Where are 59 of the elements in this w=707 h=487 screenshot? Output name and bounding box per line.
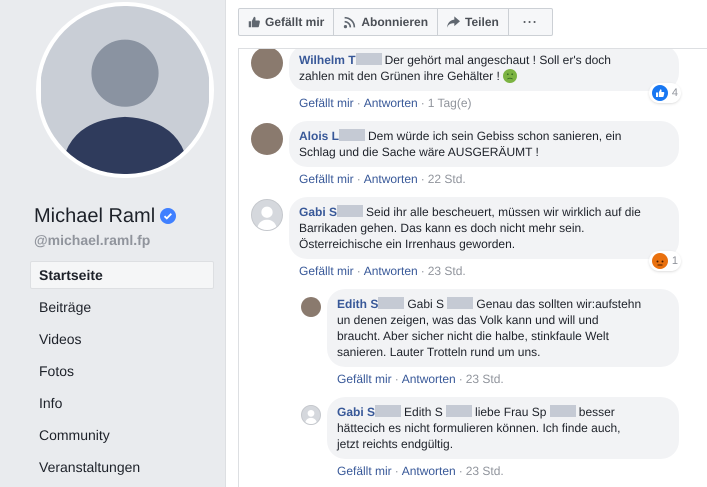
separator-dot: · <box>394 463 399 479</box>
angry-reaction-icon <box>652 253 668 269</box>
avatar-photo[interactable] <box>251 49 283 79</box>
timestamp: 22 Std. <box>428 171 466 187</box>
comment-text: Gabi S Edith S liebe Frau Sp besser hättecich es nicht formulieren können. Ich finde auch, jetzt reichts endgültig. <box>337 404 622 452</box>
like-link[interactable]: Gefällt mir <box>337 371 392 387</box>
nav-item[interactable]: Community <box>30 421 214 449</box>
timestamp: 1 Tag(e) <box>428 95 472 111</box>
blurred-name <box>550 405 576 417</box>
blurred-name <box>356 53 382 65</box>
comment-text: Wilhelm T Der gehört mal angeschaut ! Soll er's doch zahlen mit den Grünen ihre Gehälter ! <box>299 52 612 84</box>
like-link[interactable]: Gefällt mir <box>299 95 354 111</box>
blurred-name <box>378 297 404 309</box>
like-link[interactable]: Gefällt mir <box>337 463 392 479</box>
separator-dot: · <box>420 263 425 279</box>
like-reaction-icon <box>652 85 668 101</box>
thumbs-up-icon <box>248 16 260 28</box>
comment-text: Gabi S Seid ihr alle bescheuert, müssen wir wirklich auf die Barrikaden gehen. Das kann es doch nicht mehr sein. Österreichische ein Irrenhaus geworden. <box>299 204 642 252</box>
separator-dot: · <box>420 95 425 111</box>
timestamp: 23 Std. <box>428 263 466 279</box>
rss-icon <box>343 16 356 28</box>
avatar-photo[interactable] <box>301 297 321 317</box>
action-button[interactable]: Teilen <box>437 9 508 35</box>
separator-dot: · <box>356 171 361 187</box>
comment-text: Alois L Dem würde ich sein Gebiss schon sanieren, ein Schlag und die Sache wäre AUSGERÄUMT ! <box>299 128 622 160</box>
separator-dot: · <box>356 263 361 279</box>
reply-link[interactable]: Antworten <box>402 371 456 387</box>
blurred-name <box>447 297 474 309</box>
separator-dot: · <box>458 371 463 387</box>
more-button[interactable]: ··· <box>508 9 552 35</box>
avatar-photo[interactable] <box>251 123 283 155</box>
nav-item[interactable]: Videos <box>30 325 214 353</box>
nav-item[interactable]: Startseite <box>30 261 214 289</box>
nav-item[interactable]: Fotos <box>30 357 214 385</box>
timestamp: 23 Std. <box>466 371 504 387</box>
action-button[interactable]: Gefällt mir <box>239 9 334 35</box>
nav-item[interactable]: Veranstaltungen <box>30 453 214 481</box>
separator-dot: · <box>420 171 425 187</box>
like-link[interactable]: Gefällt mir <box>299 263 354 279</box>
timestamp: 23 Std. <box>466 463 504 479</box>
page-name: Michael Raml <box>34 204 156 228</box>
like-link[interactable]: Gefällt mir <box>299 171 354 187</box>
blurred-name <box>337 205 364 217</box>
action-button[interactable]: Abonnieren <box>333 9 438 35</box>
separator-dot: · <box>458 463 463 479</box>
reply-link[interactable]: Antworten <box>364 95 418 111</box>
separator-dot: · <box>356 95 361 111</box>
reply-link[interactable]: Antworten <box>364 263 418 279</box>
page-handle: @michael.raml.fp <box>34 231 150 250</box>
reply-link[interactable]: Antworten <box>364 171 418 187</box>
nav-item[interactable]: Info <box>30 389 214 417</box>
comment-text: Edith S Gabi S Genau das sollten wir:aufstehn un denen zeigen, was das Volk kann und will und braucht. Aber sicher nicht die halbe, stinkfaule Welt sanieren. Lauter Trotteln rund um uns. <box>337 296 642 360</box>
share-arrow-icon <box>447 16 460 28</box>
separator-dot: · <box>394 371 399 387</box>
blurred-name <box>339 129 366 141</box>
reply-link[interactable]: Antworten <box>402 463 456 479</box>
nav-item[interactable]: Beiträge <box>30 293 214 321</box>
blurred-name <box>375 405 402 417</box>
blurred-name <box>446 405 472 417</box>
